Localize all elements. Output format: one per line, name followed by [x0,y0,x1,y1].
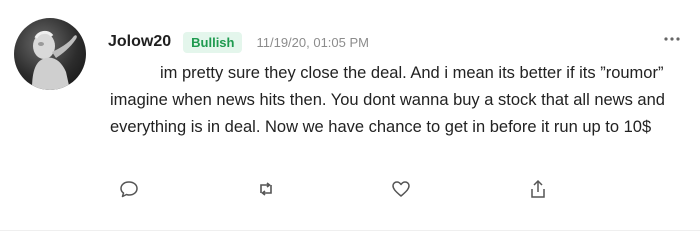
post-header: Jolow20 Bullish 11/19/20, 01:05 PM [108,30,369,54]
repost-icon[interactable] [255,178,277,200]
username-link[interactable]: Jolow20 [108,33,171,51]
share-icon[interactable] [527,178,549,200]
statue-avatar-image [32,30,77,90]
post-body-text: im pretty sure they close the deal. And … [110,64,665,136]
avatar[interactable] [14,18,86,90]
comment-icon[interactable] [118,178,140,200]
redacted-mention [110,64,160,78]
heart-icon[interactable] [390,178,412,200]
ellipsis-icon[interactable] [664,34,680,42]
post-timestamp[interactable]: 11/19/20, 01:05 PM [256,35,369,50]
post-body: im pretty sure they close the deal. And … [110,60,670,141]
stocktwits-post: Jolow20 Bullish 11/19/20, 01:05 PM im pr… [0,0,700,246]
post-divider [0,230,700,231]
sentiment-badge: Bullish [183,31,243,53]
post-actions [110,178,560,200]
